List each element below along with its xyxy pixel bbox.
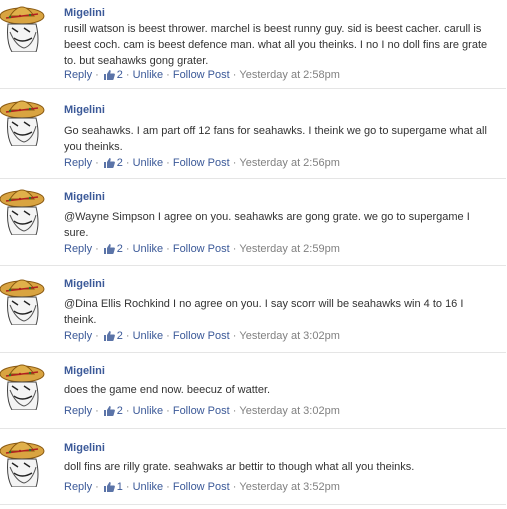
- unlike-link[interactable]: Unlike: [133, 481, 164, 493]
- like-count[interactable]: 2: [117, 69, 123, 81]
- timestamp[interactable]: Yesterday at 2:56pm: [239, 157, 340, 169]
- separator: ·: [232, 481, 237, 493]
- separator: ·: [95, 243, 99, 255]
- comment-actions: Reply · 2 · Unlike · Follow Post · Yeste…: [64, 405, 340, 417]
- thumbs-up-icon[interactable]: [103, 330, 116, 342]
- sombrero-avatar-icon[interactable]: [0, 96, 50, 146]
- comment-author[interactable]: Migelini: [64, 7, 105, 19]
- comment-actions: Reply · 2 · Unlike · Follow Post · Yeste…: [64, 157, 340, 169]
- sombrero-avatar-icon[interactable]: [0, 437, 50, 487]
- thumbs-up-icon[interactable]: [103, 157, 116, 169]
- separator: ·: [232, 243, 237, 255]
- follow-post-link[interactable]: Follow Post: [173, 243, 230, 255]
- follow-post-link[interactable]: Follow Post: [173, 330, 230, 342]
- follow-post-link[interactable]: Follow Post: [173, 405, 230, 417]
- comment-text: does the game end now. beecuz of watter.: [64, 384, 271, 396]
- comment-author[interactable]: Migelini: [64, 278, 105, 290]
- separator: ·: [232, 69, 237, 81]
- timestamp[interactable]: Yesterday at 3:52pm: [239, 481, 340, 493]
- separator: ·: [125, 157, 130, 169]
- follow-post-link[interactable]: Follow Post: [173, 157, 230, 169]
- follow-post-link[interactable]: Follow Post: [173, 481, 230, 493]
- separator: ·: [95, 330, 99, 342]
- like-count[interactable]: 2: [117, 330, 123, 342]
- comment-actions: Reply · 1 · Unlike · Follow Post · Yeste…: [64, 481, 340, 493]
- like-count[interactable]: 2: [117, 243, 123, 255]
- sombrero-avatar-icon[interactable]: [0, 360, 50, 410]
- sombrero-avatar-icon[interactable]: [0, 2, 50, 52]
- comment-text: rusill watson is beest thrower. marchel …: [64, 23, 488, 67]
- sombrero-avatar-icon[interactable]: [0, 185, 50, 235]
- comment-author[interactable]: Migelini: [64, 191, 105, 203]
- timestamp[interactable]: Yesterday at 2:58pm: [239, 69, 340, 81]
- separator: ·: [166, 69, 170, 81]
- separator: ·: [232, 405, 237, 417]
- comment-author[interactable]: Migelini: [64, 104, 105, 116]
- follow-post-link[interactable]: Follow Post: [173, 69, 230, 81]
- timestamp[interactable]: Yesterday at 3:02pm: [239, 405, 340, 417]
- separator: ·: [95, 405, 99, 417]
- comment: Migelini doll fins are rilly grate. seah…: [0, 429, 506, 505]
- separator: ·: [166, 330, 170, 342]
- like-count[interactable]: 2: [117, 405, 123, 417]
- thumbs-up-icon[interactable]: [103, 69, 116, 81]
- comment-actions: Reply · 2 · Unlike · Follow Post · Yeste…: [64, 243, 340, 255]
- reply-link[interactable]: Reply: [64, 243, 92, 255]
- unlike-link[interactable]: Unlike: [133, 69, 164, 81]
- separator: ·: [232, 330, 237, 342]
- comment: Migelini @Wayne Simpson I agree on you. …: [0, 179, 506, 266]
- reply-link[interactable]: Reply: [64, 330, 92, 342]
- separator: ·: [125, 405, 130, 417]
- timestamp[interactable]: Yesterday at 3:02pm: [239, 330, 340, 342]
- comment-text: @Dina Ellis Rochkind I no agree on you. …: [64, 298, 464, 326]
- separator: ·: [166, 157, 170, 169]
- separator: ·: [166, 481, 170, 493]
- comment: Migelini @Dina Ellis Rochkind I no agree…: [0, 266, 506, 353]
- sombrero-avatar-icon[interactable]: [0, 275, 50, 325]
- separator: ·: [125, 243, 130, 255]
- unlike-link[interactable]: Unlike: [133, 243, 164, 255]
- comment: Migelini does the game end now. beecuz o…: [0, 353, 506, 429]
- separator: ·: [166, 405, 170, 417]
- timestamp[interactable]: Yesterday at 2:59pm: [239, 243, 340, 255]
- unlike-link[interactable]: Unlike: [133, 405, 164, 417]
- separator: ·: [95, 157, 99, 169]
- comment-feed: Migelini rusill watson is beest thrower.…: [0, 0, 507, 509]
- thumbs-up-icon[interactable]: [103, 405, 116, 417]
- like-count[interactable]: 1: [117, 481, 123, 493]
- comment-author[interactable]: Migelini: [64, 365, 105, 377]
- unlike-link[interactable]: Unlike: [133, 157, 164, 169]
- comment-text: Go seahawks. I am part off 12 fans for s…: [64, 125, 487, 153]
- separator: ·: [125, 481, 130, 493]
- reply-link[interactable]: Reply: [64, 405, 92, 417]
- comment: Migelini rusill watson is beest thrower.…: [0, 0, 506, 89]
- thumbs-up-icon[interactable]: [103, 243, 116, 255]
- comment-text: doll fins are rilly grate. seahwaks ar b…: [64, 461, 415, 473]
- comment: Migelini Go seahawks. I am part off 12 f…: [0, 89, 506, 179]
- comment-actions: Reply · 2 · Unlike · Follow Post · Yeste…: [64, 69, 340, 81]
- like-count[interactable]: 2: [117, 157, 123, 169]
- reply-link[interactable]: Reply: [64, 157, 92, 169]
- comment-actions: Reply · 2 · Unlike · Follow Post · Yeste…: [64, 330, 340, 342]
- comment-text: @Wayne Simpson I agree on you. seahawks …: [64, 211, 470, 239]
- separator: ·: [95, 69, 99, 81]
- separator: ·: [95, 481, 99, 493]
- separator: ·: [125, 69, 130, 81]
- comment-author[interactable]: Migelini: [64, 442, 105, 454]
- separator: ·: [166, 243, 170, 255]
- unlike-link[interactable]: Unlike: [133, 330, 164, 342]
- thumbs-up-icon[interactable]: [103, 481, 116, 493]
- separator: ·: [125, 330, 130, 342]
- separator: ·: [232, 157, 237, 169]
- reply-link[interactable]: Reply: [64, 69, 92, 81]
- reply-link[interactable]: Reply: [64, 481, 92, 493]
